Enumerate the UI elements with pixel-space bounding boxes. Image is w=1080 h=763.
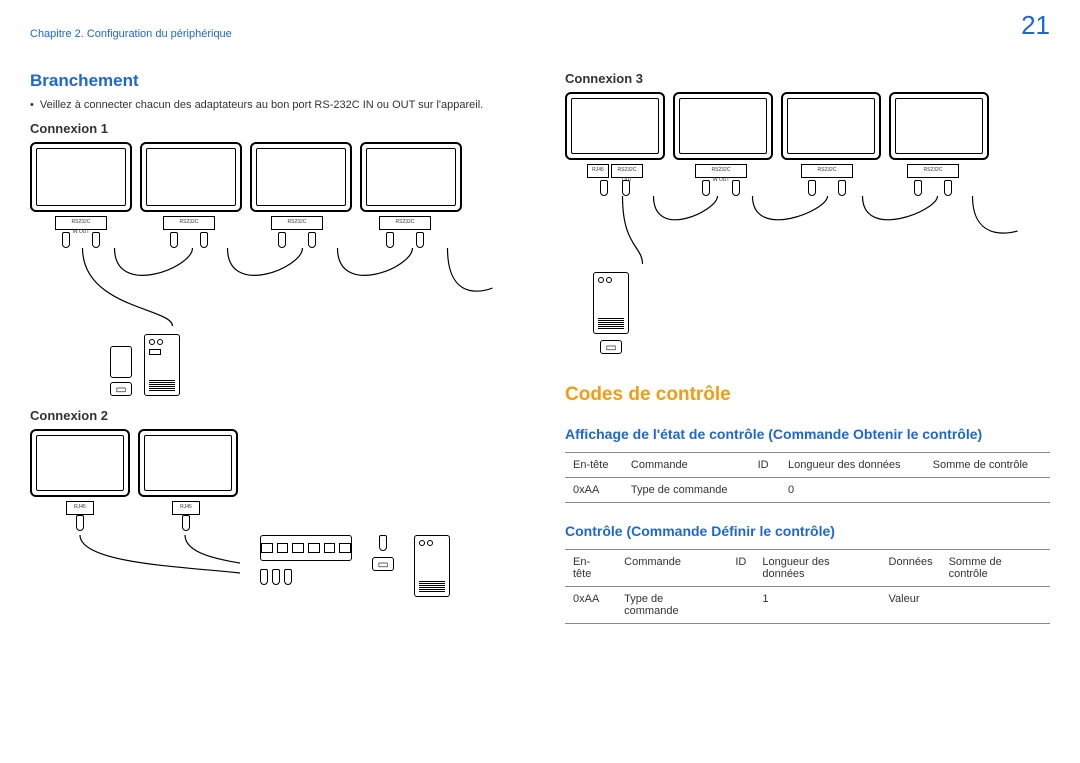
th-commande: Commande	[616, 550, 727, 587]
page-number: 21	[1021, 10, 1050, 41]
table-commande-definir: En-tête Commande ID Longueur des données…	[565, 549, 1050, 624]
section-branchement-title: Branchement	[30, 71, 515, 91]
td-somme	[941, 587, 1050, 624]
port-rs232c-label: RS232C	[907, 164, 959, 178]
td-id	[727, 587, 754, 624]
adapter-icon: ▭	[600, 340, 622, 354]
right-column: Connexion 3 RJ45 RS232C OUT	[565, 71, 1050, 638]
connexion1-diagram: RS232CIN OUT RS232C RS232C RS232C	[30, 142, 515, 396]
th-id: ID	[750, 453, 780, 478]
port-rj45-label: RJ45	[66, 501, 94, 515]
port-rs232c-out-label: RS232C OUT	[611, 164, 643, 178]
monitor-icon	[781, 92, 881, 160]
connexion3-title: Connexion 3	[565, 71, 1050, 86]
adapter-icon: ▭	[372, 557, 394, 571]
td-entete: 0xAA	[565, 478, 623, 503]
jack-icon	[278, 232, 286, 248]
monitor-icon	[360, 142, 462, 212]
jack-icon	[914, 180, 922, 196]
cable-wires-icon	[30, 248, 515, 328]
computer-tower-icon	[414, 535, 450, 597]
td-longueur: 0	[780, 478, 925, 503]
port-rs232c-label: RS232C	[379, 216, 431, 230]
computer-tower-icon	[593, 272, 629, 334]
jack-icon	[732, 180, 740, 196]
monitor-icon	[140, 142, 242, 212]
jack-icon	[622, 180, 630, 196]
port-rs232c-label: RS232CIN OUT	[55, 216, 107, 230]
td-commande: Type de commande	[616, 587, 727, 624]
jack-icon	[416, 232, 424, 248]
jack-icon	[808, 180, 816, 196]
jack-icon	[944, 180, 952, 196]
left-column: Branchement Veillez à connecter chacun d…	[30, 71, 515, 638]
jack-icon	[702, 180, 710, 196]
connexion3-diagram: RJ45 RS232C OUT RS232CIN OUT RS232C	[565, 92, 1050, 354]
jack-icon	[260, 569, 268, 585]
port-rs232c-label: RS232CIN OUT	[695, 164, 747, 178]
monitor-icon	[138, 429, 238, 497]
jack-icon	[76, 515, 84, 531]
connexion2-title: Connexion 2	[30, 408, 515, 423]
jack-icon	[200, 232, 208, 248]
jack-icon	[600, 180, 608, 196]
table-row: 0xAA Type de commande 1 Valeur	[565, 587, 1050, 624]
th-entete: En-tête	[565, 453, 623, 478]
jack-icon	[386, 232, 394, 248]
computer-tower-icon	[144, 334, 180, 396]
table-row: En-tête Commande ID Longueur des données…	[565, 453, 1050, 478]
td-commande: Type de commande	[623, 478, 750, 503]
th-somme: Somme de contrôle	[941, 550, 1050, 587]
monitor-icon	[30, 429, 130, 497]
adapter-icon: ▭	[110, 382, 132, 396]
jack-icon	[182, 515, 190, 531]
port-rs232c-label: RS232C	[271, 216, 323, 230]
connexion1-title: Connexion 1	[30, 121, 515, 136]
monitor-icon	[250, 142, 352, 212]
th-id: ID	[727, 550, 754, 587]
th-somme: Somme de contrôle	[925, 453, 1050, 478]
jack-icon	[92, 232, 100, 248]
table-row: En-tête Commande ID Longueur des données…	[565, 550, 1050, 587]
network-hub-icon	[260, 535, 352, 561]
td-id	[750, 478, 780, 503]
port-rs232c-label: RS232C	[801, 164, 853, 178]
section-affichage-title: Affichage de l'état de contrôle (Command…	[565, 426, 1050, 442]
jack-icon	[170, 232, 178, 248]
monitor-icon	[673, 92, 773, 160]
serial-connector-icon: ▭	[110, 346, 132, 396]
td-longueur: 1	[754, 587, 880, 624]
page-header: Chapitre 2. Configuration du périphériqu…	[30, 28, 1050, 41]
section-definir-title: Contrôle (Commande Définir le contrôle)	[565, 523, 1050, 539]
jack-icon	[838, 180, 846, 196]
table-row: 0xAA Type de commande 0	[565, 478, 1050, 503]
th-longueur: Longueur des données	[780, 453, 925, 478]
branchement-note-text: Veillez à connecter chacun des adaptateu…	[40, 99, 483, 111]
th-donnees: Données	[881, 550, 941, 587]
port-rj45-label: RJ45	[587, 164, 609, 178]
table-commande-obtenir: En-tête Commande ID Longueur des données…	[565, 452, 1050, 503]
jack-icon	[308, 232, 316, 248]
jack-icon	[379, 535, 387, 551]
td-somme	[925, 478, 1050, 503]
port-rs232c-label: RS232C	[163, 216, 215, 230]
port-rj45-label: RJ45	[172, 501, 200, 515]
monitor-icon	[30, 142, 132, 212]
monitor-icon	[889, 92, 989, 160]
td-donnees: Valeur	[881, 587, 941, 624]
connexion2-diagram: RJ45 RJ45	[30, 429, 515, 597]
chapter-label: Chapitre 2. Configuration du périphériqu…	[30, 28, 232, 40]
branchement-note: Veillez à connecter chacun des adaptateu…	[30, 99, 515, 111]
td-entete: 0xAA	[565, 587, 616, 624]
monitor-icon	[565, 92, 665, 160]
th-commande: Commande	[623, 453, 750, 478]
cable-wires-icon	[565, 196, 1050, 266]
jack-icon	[284, 569, 292, 585]
jack-icon	[62, 232, 70, 248]
codes-de-controle-title: Codes de contrôle	[565, 384, 1050, 406]
jack-icon	[272, 569, 280, 585]
th-entete: En-tête	[565, 550, 616, 587]
th-longueur: Longueur des données	[754, 550, 880, 587]
cable-wires-icon	[30, 535, 240, 585]
